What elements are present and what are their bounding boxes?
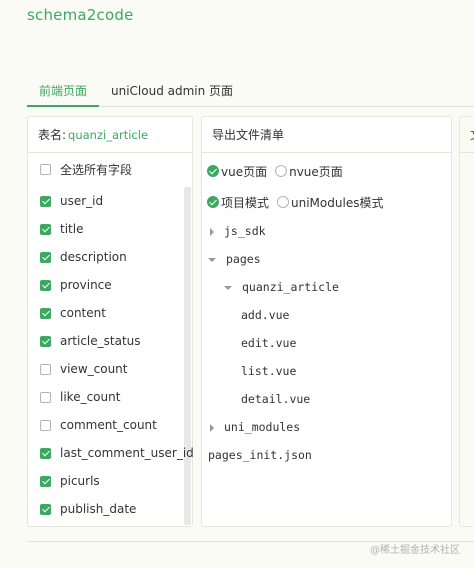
tree-file-edit-vue[interactable]: edit.vue xyxy=(241,333,296,353)
chevron-right-icon[interactable] xyxy=(210,423,214,432)
tree-label: detail.vue xyxy=(241,392,311,406)
field-checkbox-comment-count[interactable]: comment_count xyxy=(40,415,157,435)
tree-label: pages_init.json xyxy=(208,448,312,462)
chevron-right-icon[interactable] xyxy=(210,227,214,236)
checkbox-box[interactable] xyxy=(40,163,51,175)
field-checkbox-title[interactable]: title xyxy=(40,219,83,239)
tab-frontend-pages[interactable]: 前端页面 xyxy=(27,82,99,107)
field-checkbox-description[interactable]: description xyxy=(40,247,127,267)
tree-file-list-vue[interactable]: list.vue xyxy=(241,361,296,381)
field-label: title xyxy=(60,222,84,236)
radio-project-mode[interactable]: 项目模式 xyxy=(207,194,269,211)
field-checkbox-last-comment-user-id[interactable]: last_comment_user_id xyxy=(40,443,194,463)
preview-panel: 文 xyxy=(459,116,474,527)
export-panel-title: 导出文件清单 xyxy=(202,117,451,153)
tree-label: uni_modules xyxy=(224,420,301,434)
radio-dot[interactable] xyxy=(275,165,288,177)
field-checkbox-province[interactable]: province xyxy=(40,275,112,295)
radio-label: uniModules模式 xyxy=(291,195,384,210)
checkbox-box[interactable] xyxy=(40,279,51,291)
radio-dot[interactable] xyxy=(207,196,219,208)
radio-label: nvue页面 xyxy=(289,164,343,179)
mode-radio-group: 项目模式 uniModules模式 xyxy=(207,192,391,212)
tab-unicloud-admin-pages[interactable]: uniCloud admin 页面 xyxy=(111,82,233,107)
tree-label: pages xyxy=(226,252,261,266)
tree-label: js_sdk xyxy=(224,224,266,238)
tree-folder-quanzi-article[interactable]: quanzi_article xyxy=(224,277,339,297)
tree-label: list.vue xyxy=(241,364,297,378)
field-checkbox-view-count[interactable]: view_count xyxy=(40,359,128,379)
field-label: view_count xyxy=(60,362,128,376)
watermark: @稀土掘金技术社区 xyxy=(370,545,460,556)
field-checkbox-article-status[interactable]: article_status xyxy=(40,331,141,351)
select-all-label: 全选所有字段 xyxy=(60,162,133,177)
table-name-header: 表名: quanzi_article xyxy=(28,117,192,153)
checkbox-box[interactable] xyxy=(40,447,51,459)
checkbox-box[interactable] xyxy=(40,251,51,263)
radio-nvue-page[interactable]: nvue页面 xyxy=(275,163,343,180)
checkbox-box[interactable] xyxy=(40,223,51,235)
tree-file-pages-init-json[interactable]: pages_init.json xyxy=(208,445,312,465)
tree-folder-js-sdk[interactable]: js_sdk xyxy=(208,221,266,241)
checkbox-box[interactable] xyxy=(40,335,51,347)
radio-dot[interactable] xyxy=(277,196,290,208)
app-title: schema2code xyxy=(27,6,134,24)
page-type-radio-group: vue页面 nvue页面 xyxy=(207,161,351,181)
field-checkbox-content[interactable]: content xyxy=(40,303,106,323)
checkbox-box[interactable] xyxy=(40,419,51,431)
checkbox-box[interactable] xyxy=(40,363,51,375)
tree-file-detail-vue[interactable]: detail.vue xyxy=(241,389,310,409)
select-all-checkbox[interactable]: 全选所有字段 xyxy=(40,159,132,179)
radio-unimodules-mode[interactable]: uniModules模式 xyxy=(277,194,383,211)
tab-bar: 前端页面 uniCloud admin 页面 xyxy=(27,80,474,107)
field-label: last_comment_user_id xyxy=(60,446,194,460)
field-label: picurls xyxy=(60,474,100,488)
tree-label: quanzi_article xyxy=(242,280,339,294)
export-file-panel: 导出文件清单 vue页面 nvue页面 项目模式 uniModules模式 js… xyxy=(201,116,452,527)
field-checkbox-user-id[interactable]: user_id xyxy=(40,191,103,211)
checkbox-box[interactable] xyxy=(40,307,51,319)
checkbox-box[interactable] xyxy=(40,503,51,515)
field-label: comment_count xyxy=(60,418,157,432)
field-label: publish_date xyxy=(60,502,137,516)
tree-label: add.vue xyxy=(241,308,290,322)
radio-dot[interactable] xyxy=(207,165,219,177)
field-checkbox-publish-date[interactable]: publish_date xyxy=(40,499,136,519)
table-name-value: quanzi_article xyxy=(68,128,149,142)
scrollbar[interactable] xyxy=(184,187,191,525)
radio-vue-page[interactable]: vue页面 xyxy=(207,163,267,180)
checkbox-box[interactable] xyxy=(40,195,51,207)
field-label: content xyxy=(60,306,106,320)
field-selection-panel: 表名: quanzi_article 全选所有字段 user_id title d… xyxy=(27,116,194,527)
field-label: description xyxy=(60,250,127,264)
chevron-down-icon[interactable] xyxy=(208,257,216,262)
chevron-down-icon[interactable] xyxy=(224,285,232,290)
field-label: like_count xyxy=(60,390,121,404)
field-label: user_id xyxy=(60,194,104,208)
tree-folder-pages[interactable]: pages xyxy=(208,249,261,269)
checkbox-box[interactable] xyxy=(40,391,51,403)
preview-panel-header: 文 xyxy=(460,117,474,153)
field-checkbox-like-count[interactable]: like_count xyxy=(40,387,120,407)
tree-file-add-vue[interactable]: add.vue xyxy=(241,305,289,325)
tree-label: edit.vue xyxy=(241,336,297,350)
radio-label: vue页面 xyxy=(221,164,268,179)
field-checkbox-picurls[interactable]: picurls xyxy=(40,471,100,491)
checkbox-box[interactable] xyxy=(40,475,51,487)
tree-folder-uni-modules[interactable]: uni_modules xyxy=(208,417,300,437)
field-label: province xyxy=(60,278,112,292)
field-label: article_status xyxy=(60,334,141,348)
table-name-label: 表名: xyxy=(38,128,67,142)
radio-label: 项目模式 xyxy=(221,195,270,210)
